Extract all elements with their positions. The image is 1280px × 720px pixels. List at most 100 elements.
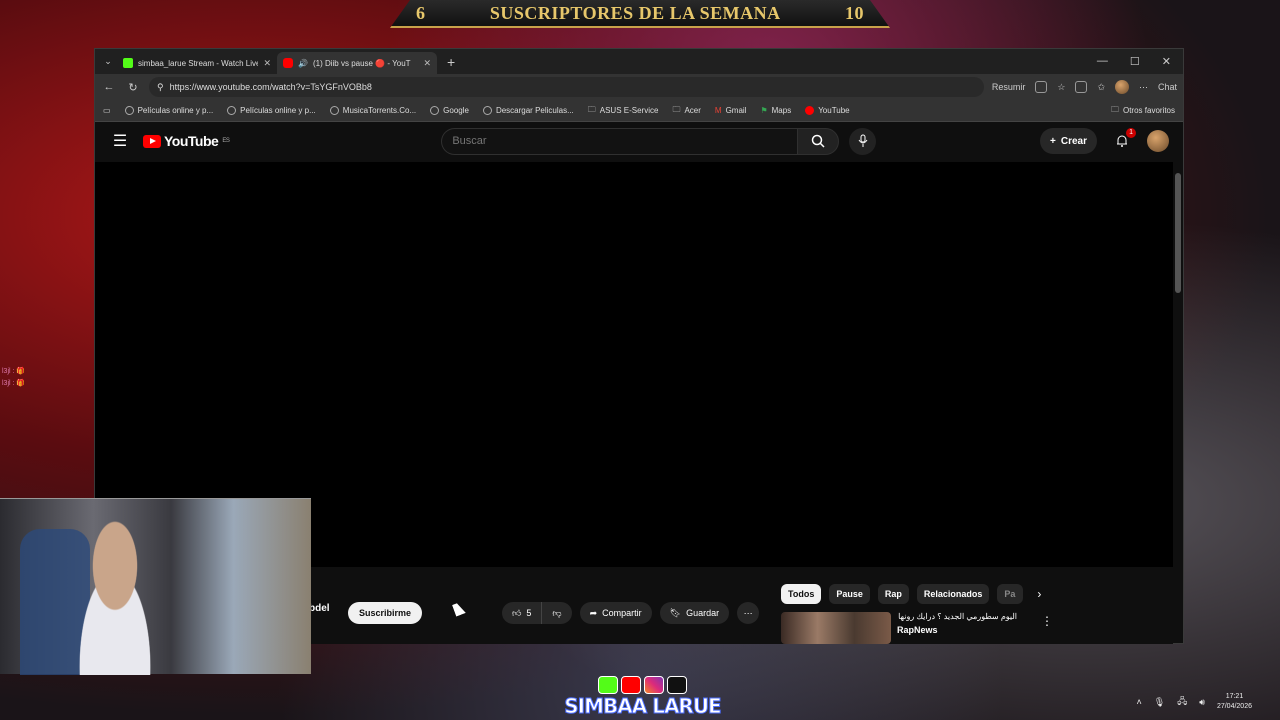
search-input[interactable] <box>441 127 798 155</box>
site-info-icon[interactable]: ⚲ <box>157 82 164 93</box>
recommended-channel[interactable]: RapNews <box>897 625 1017 635</box>
tiktok-icon <box>667 676 687 694</box>
microphone-icon[interactable]: 🎙︎ <box>1154 697 1165 708</box>
stream-chat: l3jl : 🎁 l3jl : 🎁 <box>2 366 25 390</box>
menu-icon[interactable]: ☰ <box>109 131 131 151</box>
channel-name[interactable]: bdel <box>309 603 330 614</box>
bookmark-label: ASUS E-Service <box>599 106 659 115</box>
thumbs-up-icon: 👍︎ <box>512 607 522 618</box>
profile-avatar[interactable] <box>1114 80 1129 94</box>
kick-icon <box>123 58 133 68</box>
network-icon[interactable]: 🖧 <box>1177 694 1187 710</box>
related-chips: Todos Pause Rap Relacionados Pa › <box>781 584 1041 604</box>
microphone-icon <box>858 134 868 147</box>
url-field[interactable]: ⚲ https://www.youtube.com/watch?v=TsYGFn… <box>149 77 984 97</box>
bookmark-item[interactable]: 🗀 ASUS E-Service <box>588 104 659 118</box>
url-text: https://www.youtube.com/watch?v=TsYGFnVO… <box>169 82 372 92</box>
tab-actions-icon[interactable]: ▭ <box>103 106 111 115</box>
tab-list-icon[interactable]: ⌄ <box>99 53 117 71</box>
chip-related[interactable]: Relacionados <box>916 584 990 604</box>
youtube-icon <box>621 676 641 694</box>
dislike-button[interactable]: 👎︎ <box>542 602 572 624</box>
banner-right-number: 10 <box>845 2 864 23</box>
speaker-icon[interactable]: 🔊 <box>298 59 308 68</box>
bookmark-label: Otros favoritos <box>1122 106 1175 115</box>
folder-icon: 🗀 <box>587 104 596 114</box>
vertical-dots-icon[interactable]: ⋮ <box>1041 614 1053 644</box>
extensions-icon[interactable] <box>1075 81 1088 93</box>
search-icon <box>812 134 825 148</box>
summarize-button[interactable]: Resumir <box>992 82 1026 92</box>
save-label: Guardar <box>686 608 720 618</box>
youtube-logo-text: YouTube <box>164 133 219 149</box>
chat-line: l3jl : 🎁 <box>2 380 26 387</box>
like-count: 5 <box>526 608 532 618</box>
bookmark-item[interactable]: Películas online y p... <box>227 106 316 115</box>
minimize-icon[interactable]: — <box>1097 55 1108 68</box>
chip-rap[interactable]: Rap <box>877 584 909 604</box>
like-dislike-group: 👍︎ 5 👎︎ <box>502 602 572 624</box>
copilot-chat-button[interactable]: Chat <box>1158 82 1177 92</box>
tab-kick-stream[interactable]: simbaa_larue Stream - Watch Live ✕ <box>117 52 277 74</box>
chip-all[interactable]: Todos <box>781 584 822 604</box>
globe-icon <box>329 106 339 115</box>
new-tab-button[interactable]: + <box>447 54 455 70</box>
page-scrollbar[interactable] <box>1175 173 1181 293</box>
notifications-button[interactable]: 1 <box>1113 128 1136 150</box>
save-button[interactable]: 🔖︎ Guardar <box>659 602 730 624</box>
favorite-star-icon[interactable]: ☆ <box>1057 82 1065 93</box>
clock-time: 17:21 <box>1225 693 1244 700</box>
close-window-icon[interactable]: ✕ <box>1162 55 1171 68</box>
recommended-title[interactable]: اليوم سطورمي الجديد ؟ درايك رونها ؟ <box>897 612 1017 621</box>
recommended-video[interactable]: اليوم سطورمي الجديد ؟ درايك رونها ؟ RapN… <box>781 612 1053 644</box>
chevron-right-icon[interactable]: › <box>1037 587 1041 601</box>
chip-pause[interactable]: Pause <box>829 584 870 604</box>
menu-dots-icon[interactable]: ⋯ <box>1139 82 1148 93</box>
tab-strip: ⌄ simbaa_larue Stream - Watch Live ✕ 🔊 (… <box>95 49 1183 74</box>
split-view-icon[interactable] <box>1035 81 1048 93</box>
bookmark-label: Maps <box>771 106 792 115</box>
create-button[interactable]: + Crear <box>1040 128 1097 154</box>
subscribe-button[interactable]: Suscribirme <box>348 602 423 624</box>
plus-icon: + <box>1050 135 1056 147</box>
like-button[interactable]: 👍︎ 5 <box>502 602 543 624</box>
other-favorites[interactable]: 🗀 Otros favoritos <box>1111 104 1175 118</box>
header-actions: + Crear 1 <box>1040 128 1169 154</box>
chip-partial[interactable]: Pa <box>997 584 1024 604</box>
back-icon[interactable]: ← <box>101 81 117 93</box>
bookmark-item[interactable]: MusicaTorrents.Co... <box>329 106 416 115</box>
youtube-logo[interactable]: YouTube ES <box>143 133 230 149</box>
thumbs-down-icon: 👎︎ <box>552 607 562 618</box>
reload-icon[interactable]: ↻ <box>125 81 141 94</box>
share-button[interactable]: ➦ Compartir <box>579 602 652 624</box>
maximize-icon[interactable]: ☐ <box>1130 55 1140 68</box>
close-icon[interactable]: ✕ <box>263 58 271 69</box>
chevron-up-icon[interactable]: ˄ <box>1137 697 1142 707</box>
share-label: Compartir <box>602 608 642 618</box>
logo-text: SIMBAA LARUE <box>564 694 722 719</box>
video-thumbnail[interactable] <box>781 612 891 644</box>
volume-icon[interactable]: 🔊︎ <box>1199 697 1205 708</box>
bookmark-item[interactable]: Películas online y p... <box>124 106 213 115</box>
clock[interactable]: 17:21 27/04/2026 <box>1217 692 1252 712</box>
voice-search-button[interactable] <box>849 127 877 155</box>
recommended-meta: اليوم سطورمي الجديد ؟ درايك رونها ؟ RapN… <box>897 612 1017 644</box>
tab-title: (1) Diib vs pause 🔴 - YouT <box>312 58 411 68</box>
close-icon[interactable]: ✕ <box>423 58 431 69</box>
more-dots-icon: ⋯ <box>743 607 753 618</box>
favorites-icon[interactable]: ✩ <box>1097 82 1105 93</box>
tab-youtube[interactable]: 🔊 (1) Diib vs pause 🔴 - YouT ✕ <box>277 52 437 74</box>
search-button[interactable] <box>797 127 840 155</box>
more-actions-button[interactable]: ⋯ <box>737 602 760 624</box>
bookmark-item[interactable]: M Gmail <box>715 106 747 115</box>
bookmark-item[interactable]: 🗀 Acer <box>672 104 700 118</box>
banner-title: SUSCRIPTORES DE LA SEMANA <box>489 2 781 23</box>
bookmark-item[interactable]: Google <box>430 106 469 115</box>
bookmark-label: Películas online y p... <box>240 106 316 115</box>
bookmark-item[interactable]: Descargar Peliculas... <box>482 106 574 115</box>
youtube-header: ☰ YouTube ES + Crear 1 <box>95 122 1183 160</box>
account-avatar[interactable] <box>1147 130 1169 152</box>
folder-icon: 🗀 <box>672 104 681 114</box>
bookmark-item[interactable]: YouTube <box>805 106 850 115</box>
bookmark-item[interactable]: ⚑ Maps <box>760 106 791 115</box>
